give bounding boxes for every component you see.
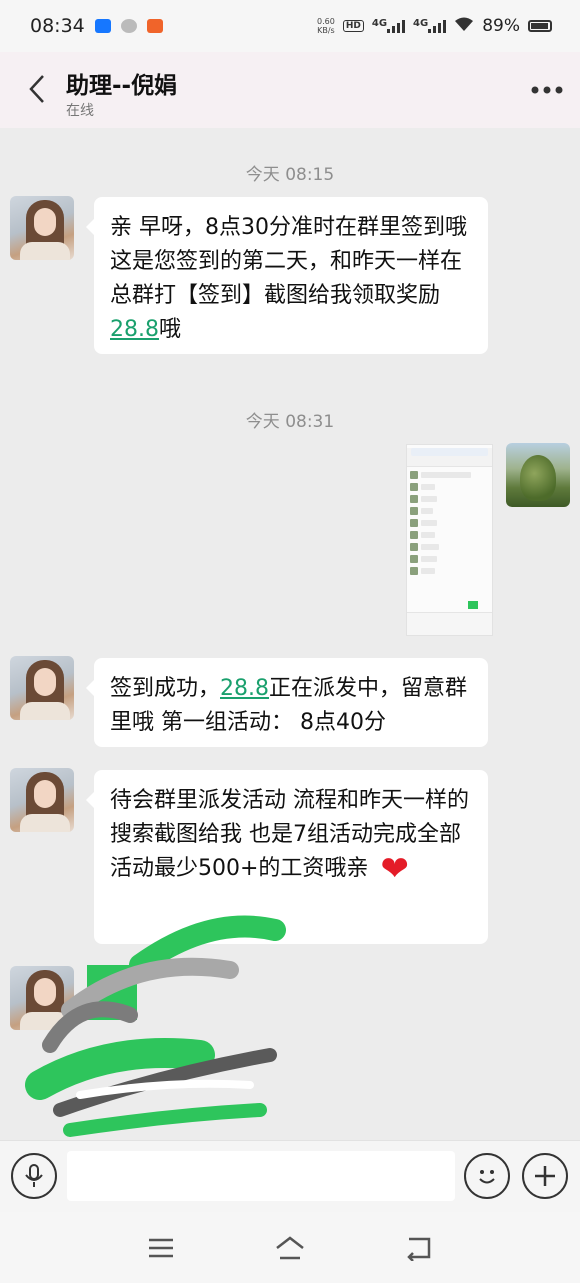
status-bar: 08:34 0.60 KB/s HD 4G 4G 89% [0, 0, 580, 52]
avatar[interactable] [10, 768, 74, 832]
self-avatar[interactable] [506, 443, 570, 507]
status-time: 08:34 [30, 15, 85, 37]
app-badge-icon [146, 19, 163, 33]
battery-percent: 89% [482, 16, 520, 36]
image-message[interactable] [406, 444, 493, 636]
home-icon[interactable] [270, 1230, 310, 1266]
smiley-icon[interactable] [464, 1153, 510, 1199]
online-status: 在线 [66, 103, 94, 119]
signal-icon-2: 4G [413, 18, 447, 33]
message-bubble[interactable]: 亲 早呀，8点30分准时在群里签到哦 这是您签到的第二天，和昨天一样在总群打【签… [86, 197, 488, 354]
network-speed: 0.60 KB/s [317, 17, 335, 35]
chat-title[interactable]: 助理--倪娟 [66, 66, 177, 100]
avatar[interactable] [10, 196, 74, 260]
hd-badge: HD [342, 20, 364, 32]
heart-emoji: ❤ [380, 849, 409, 889]
amount-link[interactable]: 28.8 [220, 676, 269, 701]
chat-header: 助理--倪娟 在线 [0, 52, 580, 128]
more-dots-icon[interactable] [530, 76, 564, 101]
battery-icon [528, 20, 552, 32]
input-bar [0, 1140, 580, 1212]
message-bubble[interactable]: 签到成功，28.8正在派发中，留意群里哦 第一组活动： 8点40分 [86, 658, 488, 747]
message-bubble[interactable]: 待会群里派发活动 流程和昨天一样的搜索截图给我 也是7组活动完成全部活动最少50… [86, 770, 488, 944]
signal-icon: 4G [372, 18, 406, 33]
alipay-icon [94, 19, 111, 33]
avatar[interactable] [10, 966, 74, 1030]
microphone-icon[interactable] [11, 1153, 57, 1199]
timestamp: 今天 08:15 [245, 165, 335, 185]
system-nav-bar [0, 1212, 580, 1283]
menu-icon[interactable] [141, 1230, 181, 1266]
timestamp: 今天 08:31 [245, 412, 335, 432]
chevron-left-icon[interactable] [28, 74, 46, 110]
wifi-icon [454, 16, 474, 36]
avatar[interactable] [10, 656, 74, 720]
amount-link[interactable]: 28.8 [110, 317, 159, 342]
message-input[interactable] [67, 1151, 455, 1201]
back-icon[interactable] [398, 1230, 438, 1266]
wechat-icon [120, 19, 137, 33]
plus-icon[interactable] [522, 1153, 568, 1199]
